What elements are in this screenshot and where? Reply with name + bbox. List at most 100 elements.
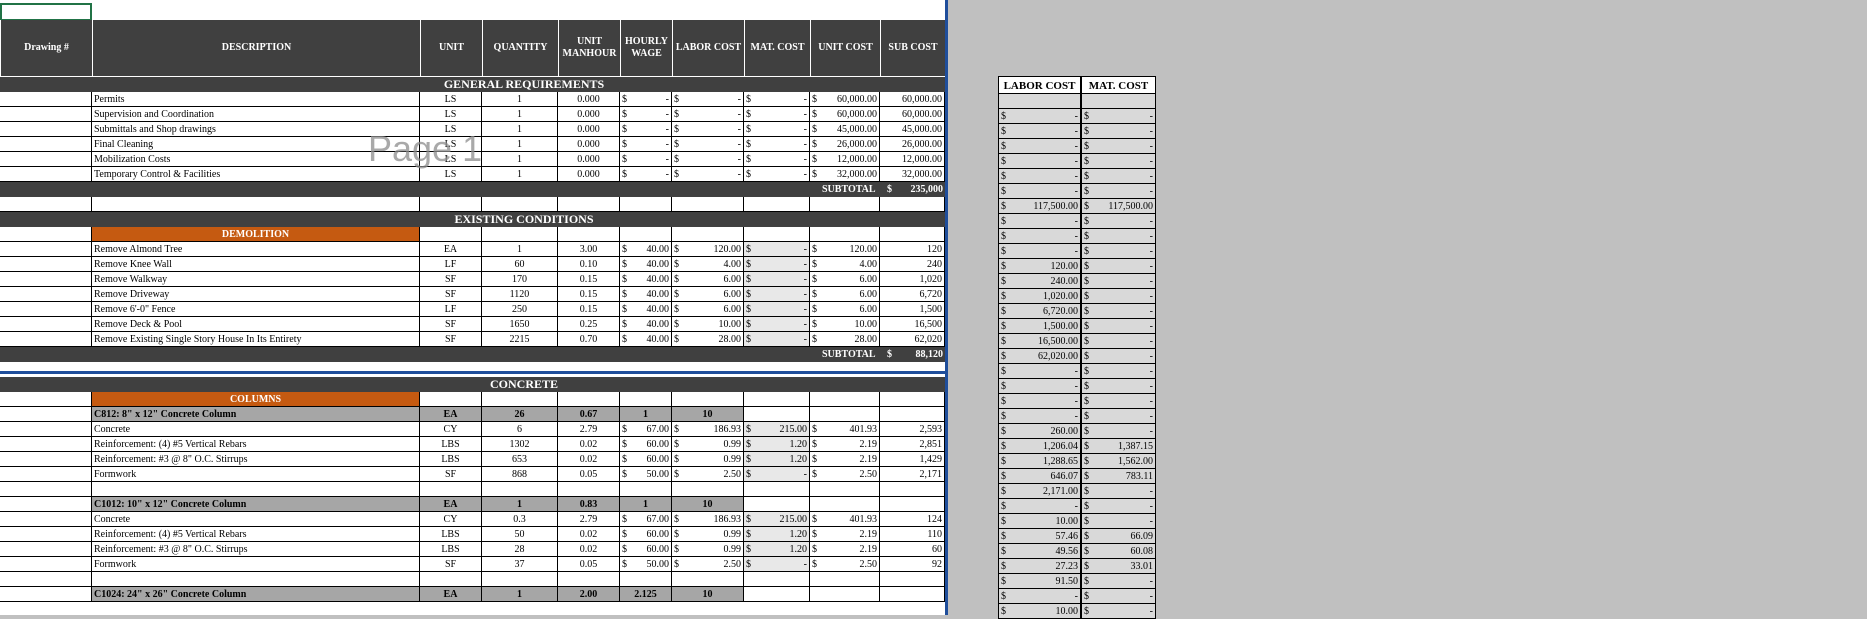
- cell[interactable]: 0.83: [558, 497, 620, 512]
- cell[interactable]: 26,000.00: [880, 137, 945, 152]
- cell[interactable]: 0.70: [558, 332, 620, 347]
- cell[interactable]: EA: [420, 407, 482, 422]
- side-cell[interactable]: $ -: [1081, 109, 1156, 124]
- cell[interactable]: 1: [482, 107, 558, 122]
- cell[interactable]: 0.05: [558, 467, 620, 482]
- cell[interactable]: LF: [420, 257, 482, 272]
- cell[interactable]: 868: [482, 467, 558, 482]
- cell[interactable]: 1: [620, 497, 672, 512]
- cell[interactable]: [744, 227, 810, 242]
- cell[interactable]: 62,020: [880, 332, 945, 347]
- cell[interactable]: Final Cleaning: [92, 137, 420, 152]
- cell[interactable]: 2.79: [558, 422, 620, 437]
- side-cell[interactable]: $ -: [1081, 604, 1156, 619]
- currency-cell[interactable]: $60.00: [620, 527, 672, 542]
- cell[interactable]: 2,851: [880, 437, 945, 452]
- cell[interactable]: 0.000: [558, 167, 620, 182]
- cell[interactable]: 1,500: [880, 302, 945, 317]
- side-cell[interactable]: $66.09: [1081, 529, 1156, 544]
- cell[interactable]: [620, 392, 672, 407]
- currency-cell[interactable]: $ -: [744, 332, 810, 347]
- side-cell[interactable]: $ -: [1081, 124, 1156, 139]
- cell[interactable]: COLUMNS: [92, 392, 420, 407]
- cell[interactable]: [0, 527, 92, 542]
- cell[interactable]: [482, 392, 558, 407]
- currency-cell[interactable]: $2.50: [672, 557, 744, 572]
- currency-cell[interactable]: $ -: [672, 107, 744, 122]
- side-cell[interactable]: $ -: [1081, 169, 1156, 184]
- currency-cell[interactable]: $28.00: [672, 332, 744, 347]
- cell[interactable]: 45,000.00: [880, 122, 945, 137]
- side-cell[interactable]: $1,020.00: [998, 289, 1081, 304]
- cell[interactable]: [482, 227, 558, 242]
- currency-cell[interactable]: $0.99: [672, 542, 744, 557]
- cell[interactable]: 240: [880, 257, 945, 272]
- side-cell[interactable]: $ -: [1081, 424, 1156, 439]
- cell[interactable]: 32,000.00: [880, 167, 945, 182]
- currency-cell[interactable]: $50.00: [620, 467, 672, 482]
- column-header[interactable]: UNIT COST: [810, 20, 880, 76]
- cell[interactable]: [482, 482, 558, 497]
- currency-cell[interactable]: $ -: [672, 137, 744, 152]
- cell[interactable]: [0, 167, 92, 182]
- side-cell[interactable]: $1,206.04: [998, 439, 1081, 454]
- cell[interactable]: 0.15: [558, 272, 620, 287]
- currency-cell[interactable]: $215.00: [744, 512, 810, 527]
- currency-cell[interactable]: $401.93: [810, 422, 880, 437]
- currency-cell[interactable]: $ -: [620, 167, 672, 182]
- cell[interactable]: 1: [620, 407, 672, 422]
- currency-cell[interactable]: $40.00: [620, 242, 672, 257]
- side-cell[interactable]: $ -: [998, 214, 1081, 229]
- side-cell[interactable]: $117,500.00: [998, 199, 1081, 214]
- cell[interactable]: [0, 287, 92, 302]
- currency-cell[interactable]: $ -: [672, 92, 744, 107]
- currency-cell[interactable]: $ -: [672, 122, 744, 137]
- side-cell[interactable]: $ -: [1081, 259, 1156, 274]
- side-cell[interactable]: $1,288.65: [998, 454, 1081, 469]
- currency-cell[interactable]: $60.00: [620, 437, 672, 452]
- cell[interactable]: 6,720: [880, 287, 945, 302]
- side-cell[interactable]: $16,500.00: [998, 334, 1081, 349]
- cell[interactable]: [482, 572, 558, 587]
- cell[interactable]: [810, 587, 880, 602]
- cell[interactable]: [92, 482, 420, 497]
- cell[interactable]: LS: [420, 92, 482, 107]
- currency-cell[interactable]: $0.99: [672, 452, 744, 467]
- cell[interactable]: 2.79: [558, 512, 620, 527]
- side-cell[interactable]: $ -: [998, 124, 1081, 139]
- cell[interactable]: LS: [420, 152, 482, 167]
- cell[interactable]: Remove Deck & Pool: [92, 317, 420, 332]
- cell[interactable]: 1,020: [880, 272, 945, 287]
- cell[interactable]: [880, 392, 945, 407]
- currency-cell[interactable]: $6.00: [672, 272, 744, 287]
- cell[interactable]: [672, 197, 744, 212]
- currency-cell[interactable]: $0.99: [672, 437, 744, 452]
- cell[interactable]: 1: [482, 137, 558, 152]
- cell[interactable]: 60: [880, 542, 945, 557]
- currency-cell[interactable]: $2.50: [672, 467, 744, 482]
- cell[interactable]: [810, 197, 880, 212]
- cell[interactable]: [0, 332, 92, 347]
- cell[interactable]: [620, 482, 672, 497]
- cell[interactable]: [0, 437, 92, 452]
- currency-cell[interactable]: $ -: [620, 137, 672, 152]
- cell[interactable]: EA: [420, 587, 482, 602]
- cell[interactable]: [880, 407, 945, 422]
- cell[interactable]: [0, 452, 92, 467]
- cell[interactable]: 1650: [482, 317, 558, 332]
- currency-cell[interactable]: $40.00: [620, 287, 672, 302]
- cell[interactable]: [0, 122, 92, 137]
- cell[interactable]: 250: [482, 302, 558, 317]
- side-cell[interactable]: $260.00: [998, 424, 1081, 439]
- currency-cell[interactable]: $186.93: [672, 422, 744, 437]
- side-cell[interactable]: $ -: [1081, 274, 1156, 289]
- cell[interactable]: [810, 227, 880, 242]
- cell[interactable]: LS: [420, 167, 482, 182]
- cell[interactable]: [0, 272, 92, 287]
- currency-cell[interactable]: $ -: [744, 92, 810, 107]
- side-cell[interactable]: $ -: [1081, 334, 1156, 349]
- cell[interactable]: [0, 92, 92, 107]
- cell[interactable]: 2,593: [880, 422, 945, 437]
- currency-cell[interactable]: $0.99: [672, 527, 744, 542]
- cell[interactable]: [744, 482, 810, 497]
